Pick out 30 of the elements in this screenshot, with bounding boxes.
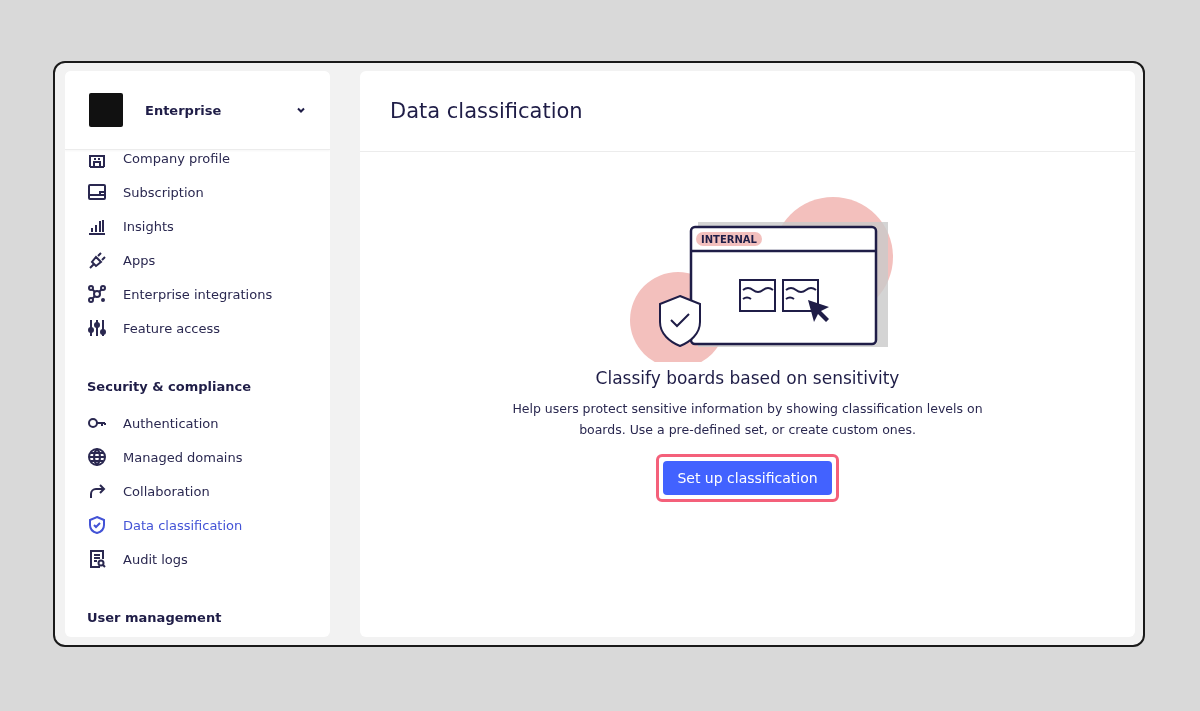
sliders-icon	[87, 318, 107, 338]
plug-icon	[87, 250, 107, 270]
chevron-down-icon[interactable]	[296, 105, 306, 115]
document-search-icon	[87, 549, 107, 569]
sidebar-item[interactable]: Data classification	[87, 508, 308, 542]
globe-icon	[87, 447, 107, 467]
org-header[interactable]: Enterprise	[65, 71, 330, 150]
nodes-icon	[87, 284, 107, 304]
org-name: Enterprise	[145, 102, 223, 118]
page-title: Data classification	[390, 99, 583, 123]
sidebar-item[interactable]: Apps	[87, 243, 308, 277]
sidebar-item[interactable]: Collaboration	[87, 474, 308, 508]
sidebar-item[interactable]: Company profile	[87, 150, 308, 175]
org-logo	[89, 93, 123, 127]
sidebar-item[interactable]: Enterprise integrations	[87, 277, 308, 311]
setup-button[interactable]: Set up classification	[663, 461, 832, 495]
empty-state-description: Help users protect sensitive information by showing classification levels on boards. Use a pre-defined set, or create custom ones.	[511, 400, 984, 439]
shield-check-icon	[87, 515, 107, 535]
card-icon	[87, 182, 107, 202]
share-arrow-icon	[87, 481, 107, 501]
sidebar-item[interactable]: Authentication	[87, 406, 308, 440]
section-title: User management	[87, 610, 223, 625]
sidebar-item[interactable]: Insights	[87, 209, 308, 243]
sidebar-item[interactable]: Subscription	[87, 175, 308, 209]
sidebar-item[interactable]: Feature access	[87, 311, 308, 345]
sidebar-item[interactable]: Managed domains	[87, 440, 308, 474]
board-illustration-drawing: INTERNAL	[597, 192, 898, 362]
sidebar-item[interactable]: Audit logs	[87, 542, 308, 576]
section-title: Security & compliance	[87, 379, 253, 394]
empty-state-heading: Classify boards based on sensitivity	[595, 368, 900, 388]
